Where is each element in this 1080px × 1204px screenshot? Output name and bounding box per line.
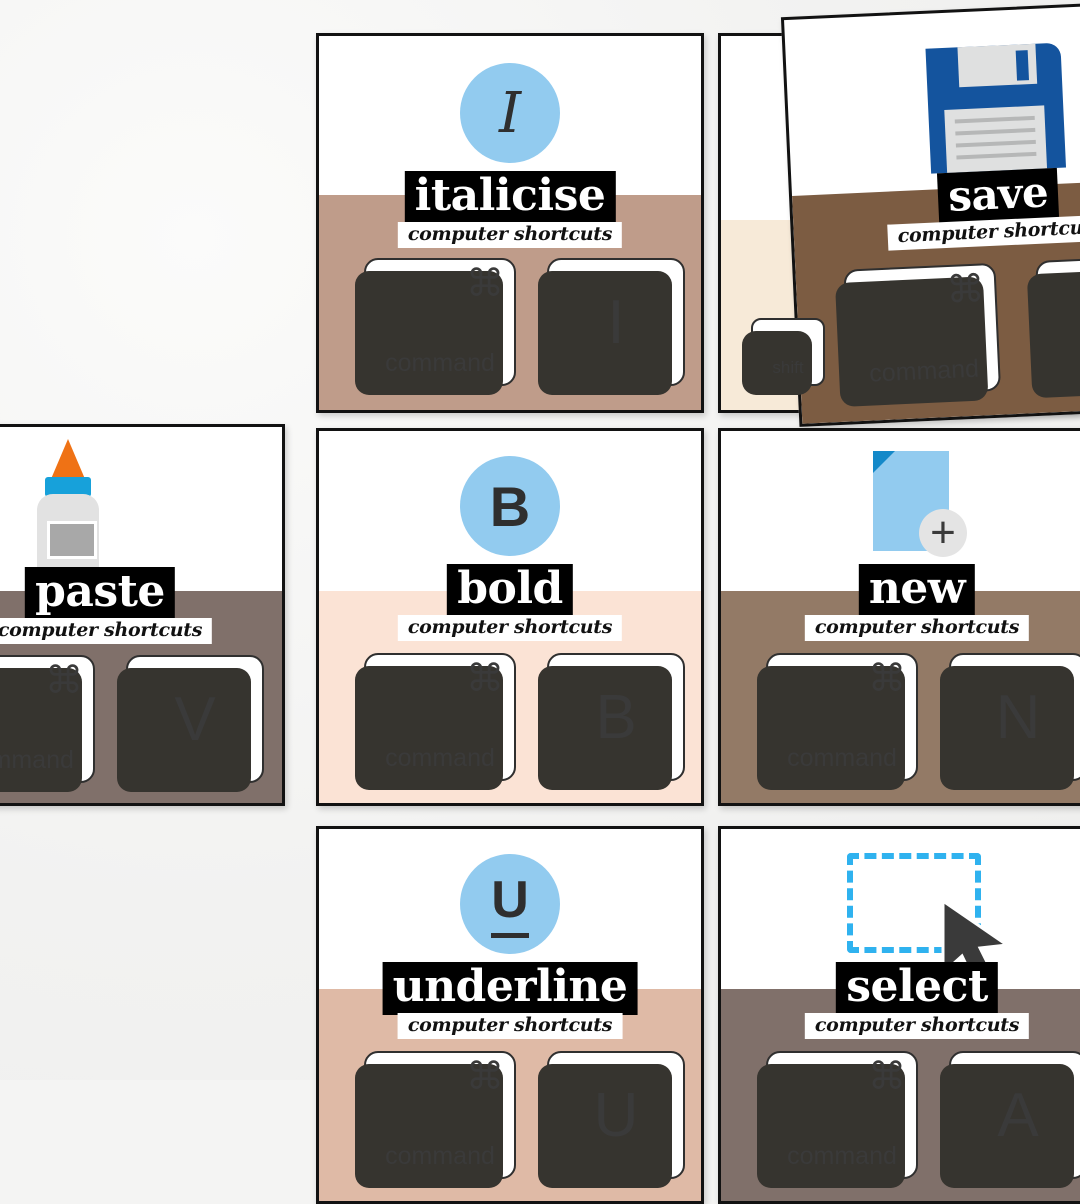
plus-icon: +	[919, 509, 967, 557]
key-command[interactable]: ⌘ command	[843, 262, 1002, 398]
command-glyph-icon: ⌘	[945, 266, 986, 313]
command-glyph-icon: ⌘	[466, 656, 504, 700]
underline-badge-icon: U	[460, 854, 560, 954]
card-title-lockup: italicise computer shortcuts	[397, 171, 623, 248]
key-letter[interactable]: B	[538, 653, 685, 790]
card-new[interactable]: + new computer shortcuts ⌘ command N	[718, 428, 1080, 806]
card-title: bold	[447, 564, 573, 617]
key-label: U	[593, 1080, 639, 1150]
key-command[interactable]: ⌘ command	[0, 655, 95, 792]
card-subtitle: computer shortcuts	[804, 615, 1030, 641]
card-title: select	[836, 962, 998, 1015]
key-letter[interactable]: V	[117, 655, 264, 792]
key-shift[interactable]: shift	[742, 318, 825, 395]
poster-backdrop: shift save computer shortcuts ⌘ command …	[0, 0, 1080, 1204]
key-letter[interactable]: A	[940, 1051, 1080, 1188]
card-paste[interactable]: paste computer shortcuts ⌘ command V	[0, 424, 285, 806]
card-title: save	[937, 167, 1060, 225]
card-save[interactable]: save computer shortcuts ⌘ command S	[780, 0, 1080, 427]
card-subtitle: computer shortcuts	[397, 222, 623, 248]
card-title: new	[858, 564, 976, 617]
key-letter[interactable]: U	[538, 1051, 685, 1188]
key-label: V	[174, 684, 216, 754]
key-label: command	[385, 1142, 495, 1170]
key-label: command	[385, 349, 495, 377]
key-label: command	[385, 744, 495, 772]
command-glyph-icon: ⌘	[868, 656, 906, 700]
command-glyph-icon: ⌘	[466, 1054, 504, 1098]
key-command[interactable]: ⌘ command	[355, 653, 516, 790]
key-label: shift	[772, 358, 804, 377]
card-subtitle: computer shortcuts	[804, 1013, 1030, 1039]
badge-glyph: U	[491, 870, 529, 938]
card-italicise[interactable]: I italicise computer shortcuts ⌘ command…	[316, 33, 704, 413]
key-label: command	[0, 746, 74, 774]
badge-glyph: I	[498, 80, 522, 146]
card-subtitle: computer shortcuts	[397, 615, 623, 641]
card-underline[interactable]: U underline computer shortcuts ⌘ command…	[316, 826, 704, 1204]
card-title-lockup: bold computer shortcuts	[397, 564, 623, 641]
card-select[interactable]: select computer shortcuts ⌘ command A	[718, 826, 1080, 1204]
key-label: S	[1037, 257, 1080, 387]
key-letter[interactable]: S	[1035, 254, 1080, 389]
bold-badge-icon: B	[460, 456, 560, 556]
key-command[interactable]: ⌘ command	[757, 653, 918, 790]
card-bold[interactable]: B bold computer shortcuts ⌘ command B	[316, 428, 704, 806]
floppy-disk-icon	[925, 42, 1067, 174]
key-label: A	[997, 1080, 1039, 1150]
key-label: B	[595, 682, 637, 752]
card-title-lockup: new computer shortcuts	[804, 564, 1030, 641]
command-glyph-icon: ⌘	[45, 658, 83, 702]
card-title: paste	[25, 567, 175, 620]
key-command[interactable]: ⌘ command	[355, 258, 516, 395]
card-subtitle: computer shortcuts	[397, 1013, 623, 1039]
card-title: italicise	[404, 171, 616, 224]
card-title-lockup: select computer shortcuts	[804, 962, 1030, 1039]
key-label: command	[787, 1142, 897, 1170]
badge-glyph: B	[489, 474, 531, 538]
card-title-lockup: save computer shortcuts	[885, 166, 1080, 251]
card-title: underline	[382, 962, 638, 1015]
key-letter[interactable]: I	[538, 258, 685, 395]
key-command[interactable]: ⌘ command	[355, 1051, 516, 1188]
key-label: command	[787, 744, 897, 772]
key-label: I	[607, 287, 625, 357]
new-document-icon: +	[861, 451, 971, 561]
card-title-lockup: paste computer shortcuts	[0, 567, 213, 644]
command-glyph-icon: ⌘	[868, 1054, 906, 1098]
key-label: command	[868, 354, 980, 388]
italic-badge-icon: I	[460, 63, 560, 163]
command-glyph-icon: ⌘	[466, 261, 504, 305]
key-command[interactable]: ⌘ command	[757, 1051, 918, 1188]
card-subtitle: computer shortcuts	[0, 618, 213, 644]
card-title-lockup: underline computer shortcuts	[382, 962, 638, 1039]
key-label: N	[995, 682, 1041, 752]
key-letter[interactable]: N	[940, 653, 1080, 790]
